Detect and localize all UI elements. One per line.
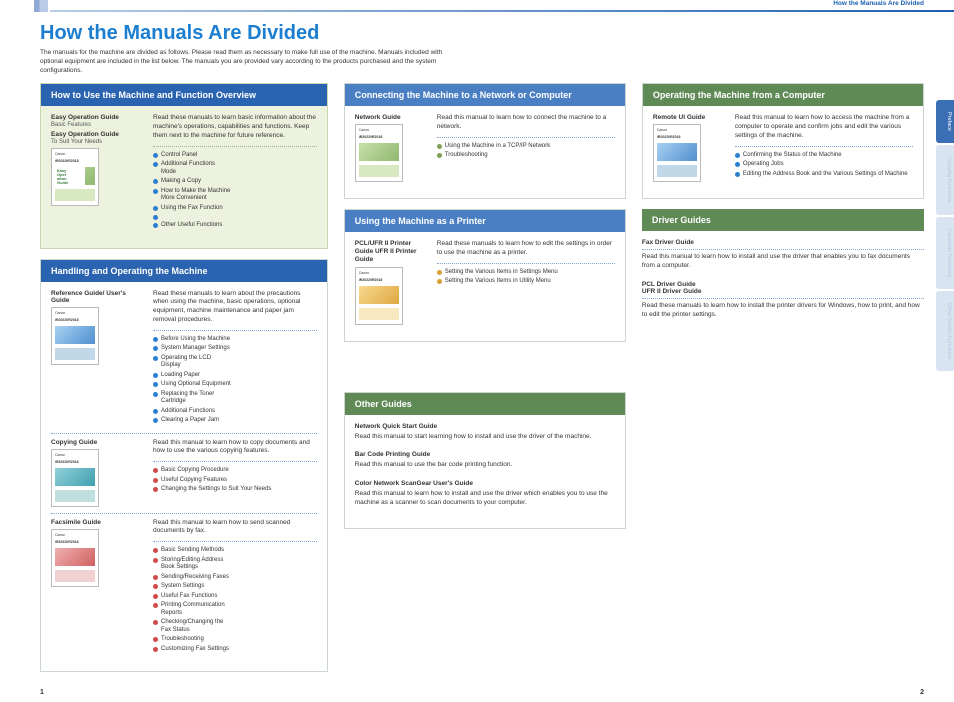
section-header: Driver Guides [642,209,924,231]
guide-desc: Read this manual to learn how to install… [355,490,615,508]
section-desc: Read these manuals to learn about the pr… [153,290,317,325]
manual-thumbnail: CanoniR2022/iR2018 [355,124,403,182]
page-title: How the Manuals Are Divided [40,22,924,45]
page-number-right: 2 [920,689,924,696]
section-desc: Read this manual to learn how to access … [735,114,913,140]
section-desc: Read these manuals to learn how to edit … [437,240,615,258]
section-desc: Read these manuals to learn basic inform… [153,114,317,140]
bullet-list: Before Using the MachineSystem Manager S… [153,336,317,427]
section-printer: Using the Machine as a Printer PCL/UFR I… [344,209,626,341]
section-overview: How to Use the Machine and Function Over… [40,83,328,248]
guide-desc: Read this manual to use the bar code pri… [355,461,615,470]
manual-thumbnail: CanoniR2022/iR2018 [653,124,701,182]
guide-sub: Basic Features [51,122,143,128]
bullet-list: Basic Copying Procedure Useful Copying F… [153,467,317,496]
section-header: Other Guides [345,393,625,415]
manual-thumbnail: CanoniR2022/iR2018 [355,267,403,325]
bullet-list: Basic Sending MethodsStoring/Editing Add… [153,547,317,655]
section-desc: Read this manual to learn how to send sc… [153,519,317,537]
guide-desc: Read this manual to start learning how t… [355,433,615,442]
section-header: Using the Machine as a Printer [345,210,625,232]
section-header: Handling and Operating the Machine [41,260,327,282]
page-number-left: 1 [40,689,44,696]
section-network: Connecting the Machine to a Network or C… [344,83,626,199]
guide-name: Facsimile Guide [51,519,143,526]
manual-thumbnail: CanoniR2022/iR2018 [51,148,99,206]
guide-name: Color Network ScanGear User's Guide [355,480,615,487]
section-header: Operating the Machine from a Computer [643,84,923,106]
section-remote: Operating the Machine from a Computer Re… [642,83,924,199]
manual-thumbnail: CanoniR2022/iR2018 [51,449,99,507]
guide-name: Reference Guide/ User's Guide [51,290,143,304]
manual-thumbnail: CanoniR2022/iR2018 [51,529,99,587]
section-desc: Read this manual to learn how to connect… [437,114,615,132]
guide-name: Easy Operation Guide [51,114,143,121]
tab-other[interactable]: Other Useful Functions [936,291,954,371]
guide-name: PCL/UFR II Printer Guide UFR II Printer … [355,240,427,263]
section-desc: Read this manual to learn how to copy do… [153,439,317,457]
manual-thumbnail: CanoniR2022/iR2018 [51,307,99,365]
guide-name: Network Quick Start Guide [355,423,615,430]
side-tabs: Preface Copying Functions Facsimile Func… [936,100,954,371]
section-other: Other Guides Network Quick Start Guide R… [344,392,626,529]
guide-name: Remote UI Guide [653,114,725,121]
guide-name: Bar Code Printing Guide [355,451,615,458]
guide-name: Copying Guide [51,439,143,446]
guide-desc: Read this manual to learn how to install… [642,253,924,271]
section-header: How to Use the Machine and Function Over… [41,84,327,106]
bullet-list: Confirming the Status of the Machine Ope… [735,152,913,181]
guide-name: Network Guide [355,114,427,121]
tab-copying[interactable]: Copying Functions [936,145,954,215]
tab-facsimile[interactable]: Facsimile Functions [936,217,954,290]
bullet-list: Using the Machine in a TCP/IP Network Tr… [437,143,615,162]
bullet-list: Control PanelAdditional Functions Mode M… [153,152,317,232]
intro-text: The manuals for the machine are divided … [40,49,460,75]
bullet-list: Setting the Various Items in Settings Me… [437,269,615,288]
guide-sub: To Suit Your Needs [51,139,143,145]
guide-desc: Read these manuals to learn how to insta… [642,302,924,320]
guide-name: Easy Operation Guide [51,131,143,138]
section-drivers: Driver Guides Fax Driver Guide Read this… [642,209,924,319]
section-handling: Handling and Operating the Machine Refer… [40,259,328,673]
tab-preface[interactable]: Preface [936,100,954,143]
guide-name: Fax Driver Guide [642,239,924,246]
section-header: Connecting the Machine to a Network or C… [345,84,625,106]
guide-name: PCL Driver Guide UFR II Driver Guide [642,281,924,295]
